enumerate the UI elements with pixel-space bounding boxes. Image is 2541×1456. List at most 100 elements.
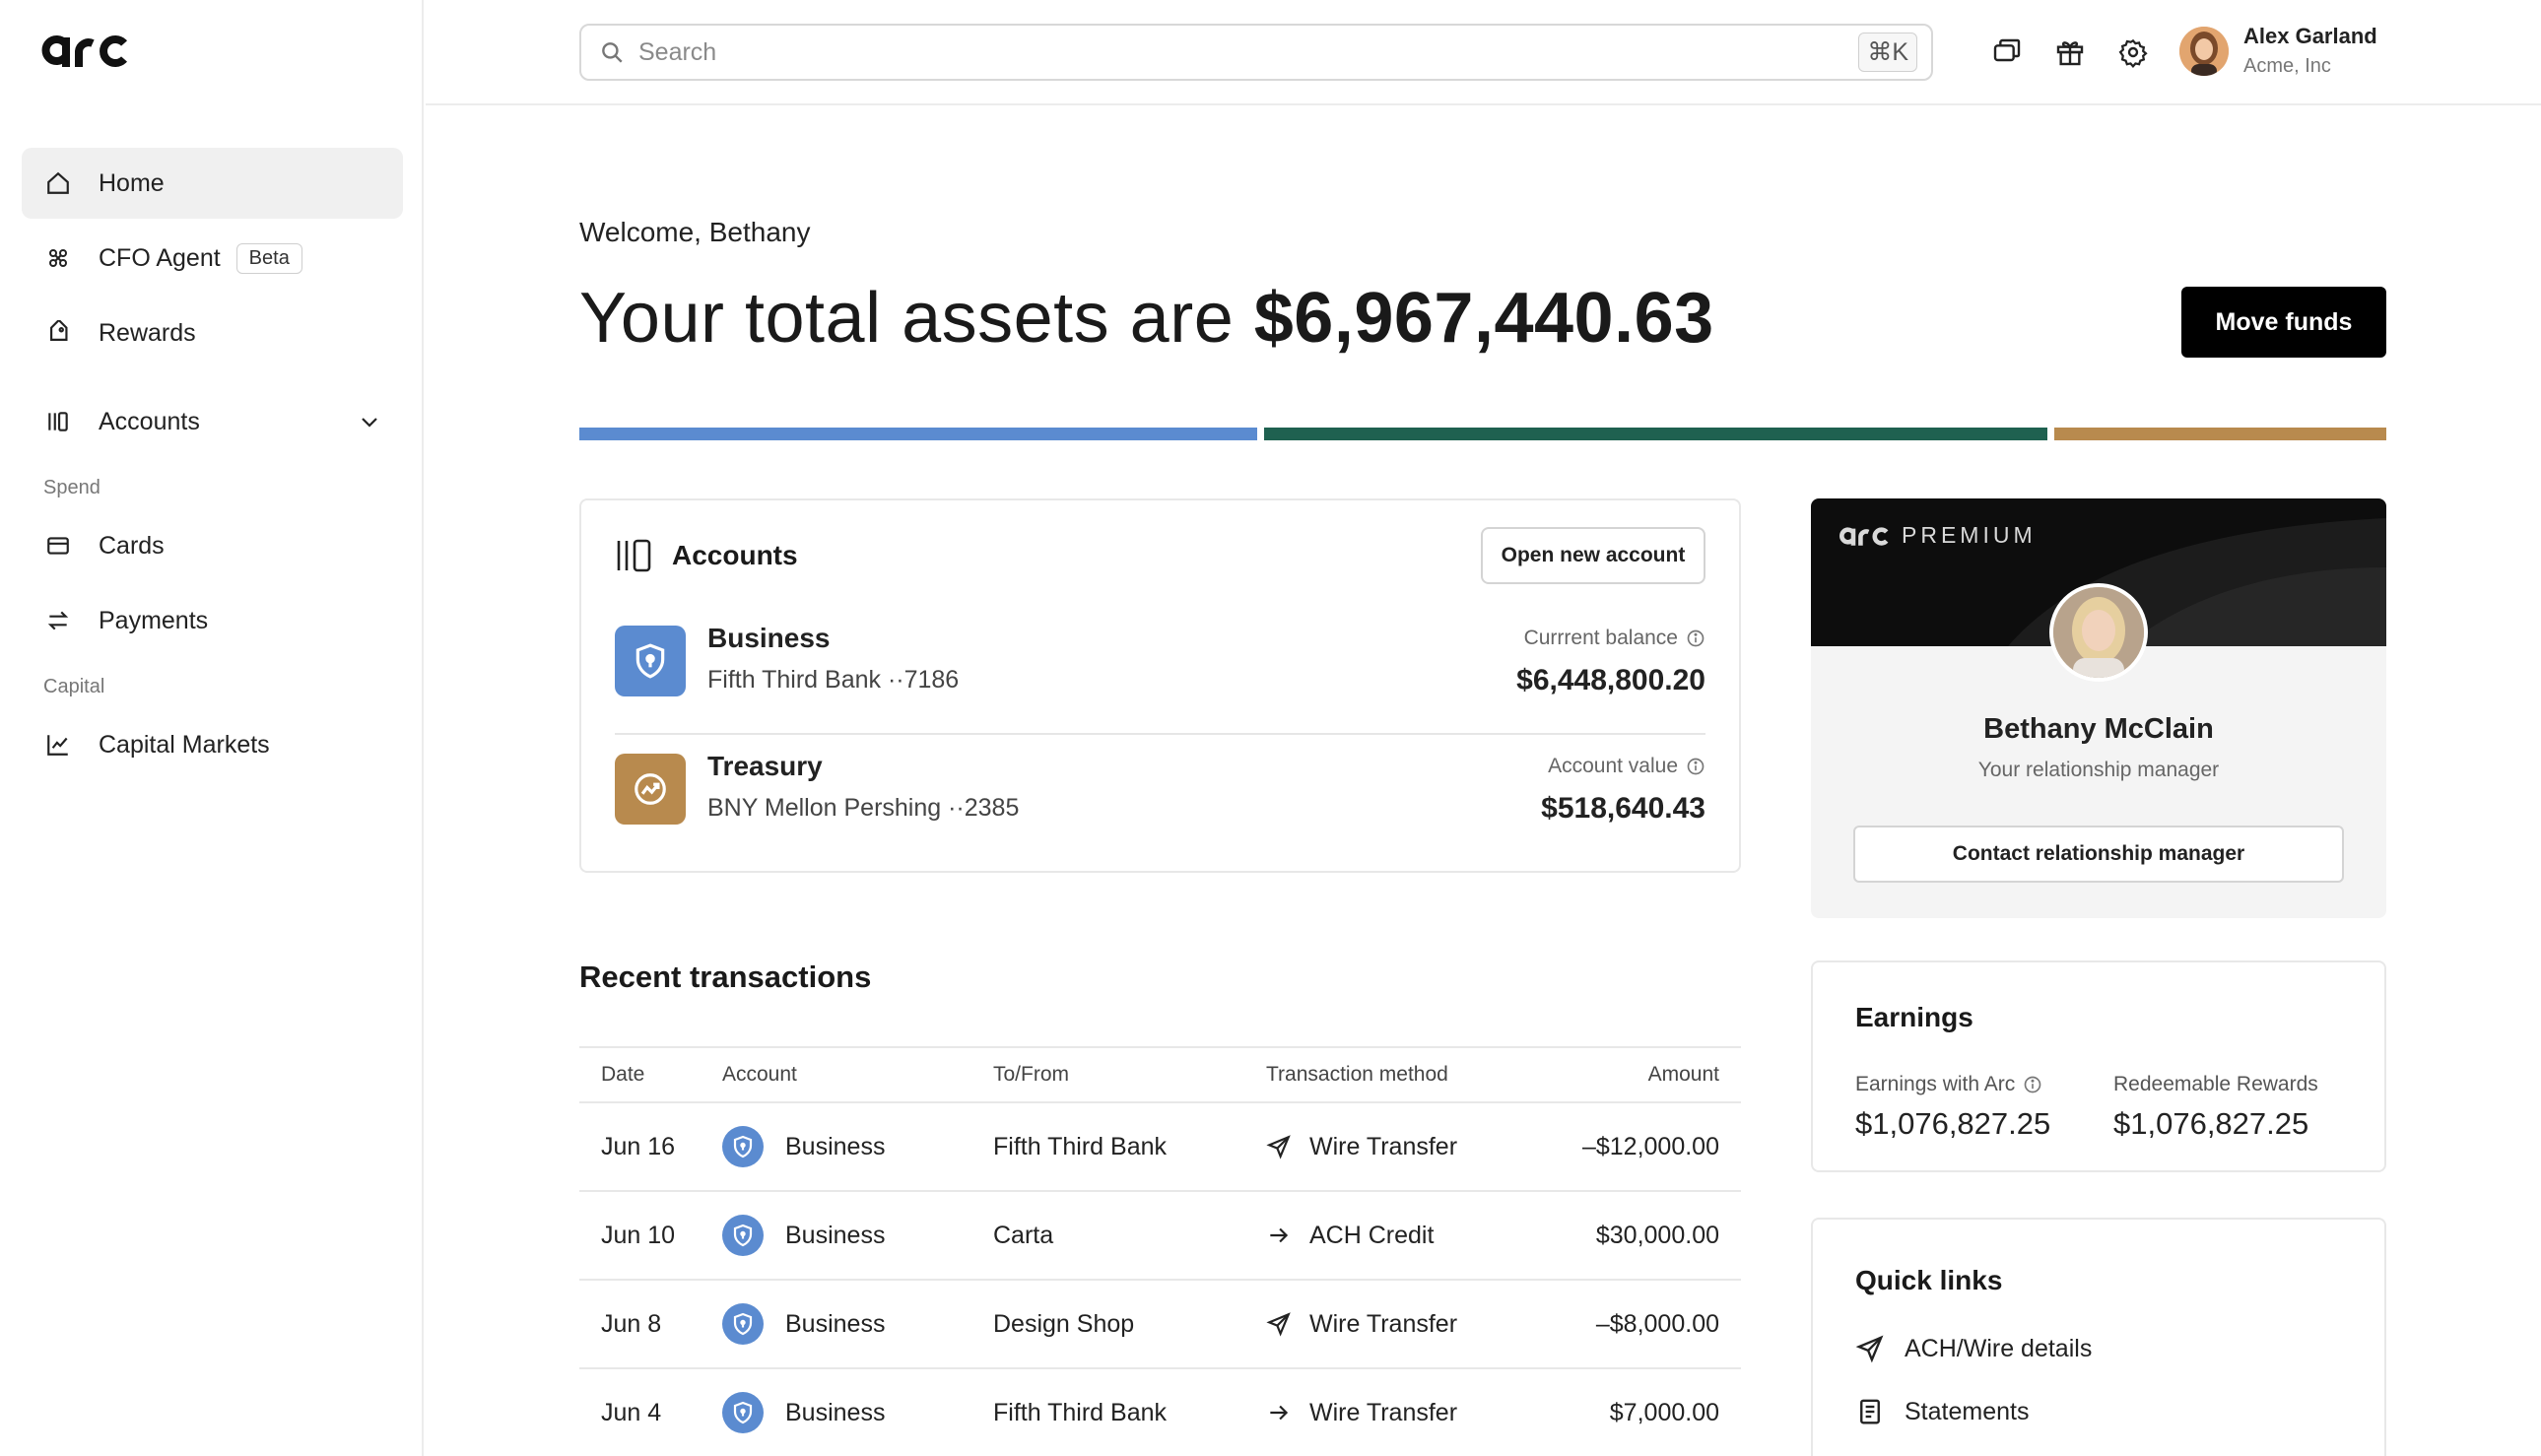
column-header-method[interactable]: Transaction method: [1266, 1046, 1537, 1103]
gear-icon[interactable]: [2116, 35, 2150, 69]
column-header-amount[interactable]: Amount: [1537, 1046, 1741, 1103]
balance-value: $6,448,800.20: [1516, 664, 1705, 696]
agent-icon: [43, 243, 73, 273]
account-row-business[interactable]: Business Fifth Third Bank ··7186 Currren…: [615, 609, 1705, 717]
gift-icon[interactable]: [2053, 35, 2087, 69]
tx-method-label: Wire Transfer: [1309, 1309, 1458, 1338]
quick-links-card: Quick links ACH/Wire details Statements: [1811, 1218, 2386, 1456]
recent-transactions-title: Recent transactions: [579, 960, 872, 994]
quick-link-label: ACH/Wire details: [1905, 1334, 2093, 1362]
sidebar-item-label: Cards: [99, 531, 165, 560]
account-bank: Fifth Third Bank ··7186: [707, 666, 960, 694]
account-row-treasury[interactable]: Treasury BNY Mellon Pershing ··2385 Acco…: [615, 737, 1705, 845]
sidebar-item-label: CFO Agent: [99, 243, 221, 272]
sidebar-item-capital-markets[interactable]: Capital Markets: [22, 709, 403, 780]
tx-account: Business: [722, 1280, 993, 1369]
tx-counterparty: Fifth Third Bank: [993, 1368, 1266, 1456]
sidebar-item-label: Home: [99, 168, 165, 197]
tx-method-label: Wire Transfer: [1309, 1398, 1458, 1426]
search-icon: [599, 39, 625, 65]
tx-method: ACH Credit: [1266, 1191, 1537, 1281]
table-row[interactable]: Jun 8 Business Design Shop Wire Transfer –$8…: [579, 1280, 1741, 1369]
arc-logo[interactable]: [41, 30, 132, 71]
section-title-capital: Capital: [43, 675, 105, 697]
earnings-label-text: Earnings with Arc: [1855, 1073, 2016, 1095]
sidebar-item-cfo-agent[interactable]: CFO Agent Beta: [22, 223, 403, 294]
home-icon: [43, 168, 73, 198]
accounts-icon: [615, 538, 654, 573]
info-icon[interactable]: [2023, 1075, 2042, 1094]
tag-icon: [43, 318, 73, 348]
tx-account: Business: [722, 1368, 993, 1456]
premium-text: PREMIUM: [1902, 522, 2037, 548]
transactions-table: Date Account To/From Transaction method …: [579, 1046, 1741, 1456]
sidebar-item-payments[interactable]: Payments: [22, 585, 403, 656]
move-funds-button[interactable]: Move funds: [2181, 287, 2386, 358]
search-bar[interactable]: ⌘K: [579, 24, 1933, 81]
card-icon: [43, 531, 73, 561]
transfer-icon: [43, 606, 73, 635]
top-bar: ⌘K Alex Garland Acme, Inc: [426, 0, 2541, 105]
rewards-value: $1,076,827.25: [2113, 1106, 2309, 1141]
beta-badge: Beta: [235, 242, 302, 274]
tx-counterparty: Fifth Third Bank: [993, 1102, 1266, 1192]
user-avatar[interactable]: [2179, 27, 2229, 76]
total-assets-value: $6,967,440.63: [1253, 279, 1714, 358]
open-new-account-button[interactable]: Open new account: [1481, 527, 1705, 584]
divider: [615, 733, 1705, 735]
search-input[interactable]: [638, 37, 1859, 67]
sidebar-item-label: Accounts: [99, 407, 200, 435]
balance-label: Currrent balance: [1524, 627, 1705, 650]
tx-amount: $7,000.00: [1537, 1368, 1741, 1456]
table-row[interactable]: Jun 16 Business Fifth Third Bank Wire Trans…: [579, 1102, 1741, 1192]
quick-link-ach-wire[interactable]: ACH/Wire details: [1855, 1334, 2092, 1363]
tx-account-name: Business: [785, 1309, 886, 1338]
table-row[interactable]: Jun 10 Business Carta ACH Credit $30,000.00: [579, 1191, 1741, 1281]
sidebar-item-cards[interactable]: Cards: [22, 510, 403, 581]
tx-date: Jun 10: [579, 1191, 722, 1281]
send-icon: [1855, 1334, 1885, 1363]
tx-method: Wire Transfer: [1266, 1368, 1537, 1456]
chevron-down-icon[interactable]: [358, 410, 381, 433]
table-row[interactable]: Jun 4 Business Fifth Third Bank Wire Transf…: [579, 1368, 1741, 1456]
table-header-row: Date Account To/From Transaction method …: [579, 1046, 1741, 1103]
tx-account: Business: [722, 1102, 993, 1192]
value-label: Account value: [1548, 755, 1705, 778]
account-bank: BNY Mellon Pershing ··2385: [707, 794, 1020, 822]
info-icon[interactable]: [1686, 629, 1705, 648]
user-name[interactable]: Alex Garland: [2243, 24, 2377, 49]
tx-date: Jun 4: [579, 1368, 722, 1456]
tx-account-name: Business: [785, 1221, 886, 1249]
accounts-card-title: Accounts: [672, 540, 798, 570]
tx-date: Jun 8: [579, 1280, 722, 1369]
allocation-bar-business: [579, 428, 1257, 440]
column-header-account[interactable]: Account: [722, 1046, 993, 1103]
column-header-to-from[interactable]: To/From: [993, 1046, 1266, 1103]
chart-line-icon: [43, 730, 73, 760]
send-icon: [1266, 1134, 1292, 1159]
tx-counterparty: Carta: [993, 1191, 1266, 1281]
column-header-date[interactable]: Date: [579, 1046, 722, 1103]
contact-manager-button[interactable]: Contact relationship manager: [1853, 826, 2344, 883]
sidebar: Home CFO Agent Beta Rewards Accounts Spe…: [0, 0, 424, 1456]
shield-icon: [722, 1126, 764, 1167]
arrow-right-icon: [1266, 1223, 1292, 1248]
earnings-label: Earnings with Arc: [1855, 1073, 2042, 1096]
chat-icon[interactable]: [1990, 35, 2024, 69]
sidebar-item-accounts[interactable]: Accounts: [22, 386, 403, 457]
account-value: $518,640.43: [1541, 792, 1705, 825]
info-icon[interactable]: [1686, 757, 1705, 776]
shield-icon: [722, 1303, 764, 1345]
quick-link-statements[interactable]: Statements: [1855, 1397, 2029, 1426]
tx-amount: –$12,000.00: [1537, 1102, 1741, 1192]
shield-icon: [722, 1392, 764, 1433]
sidebar-item-home[interactable]: Home: [22, 148, 403, 219]
section-title-spend: Spend: [43, 476, 100, 498]
value-label-text: Account value: [1548, 755, 1678, 777]
sidebar-item-label: Capital Markets: [99, 730, 270, 759]
balance-label-text: Currrent balance: [1523, 627, 1678, 649]
search-shortcut: ⌘K: [1858, 33, 1917, 72]
earnings-value: $1,076,827.25: [1855, 1106, 2051, 1141]
sidebar-item-rewards[interactable]: Rewards: [22, 298, 403, 368]
send-icon: [1266, 1311, 1292, 1337]
